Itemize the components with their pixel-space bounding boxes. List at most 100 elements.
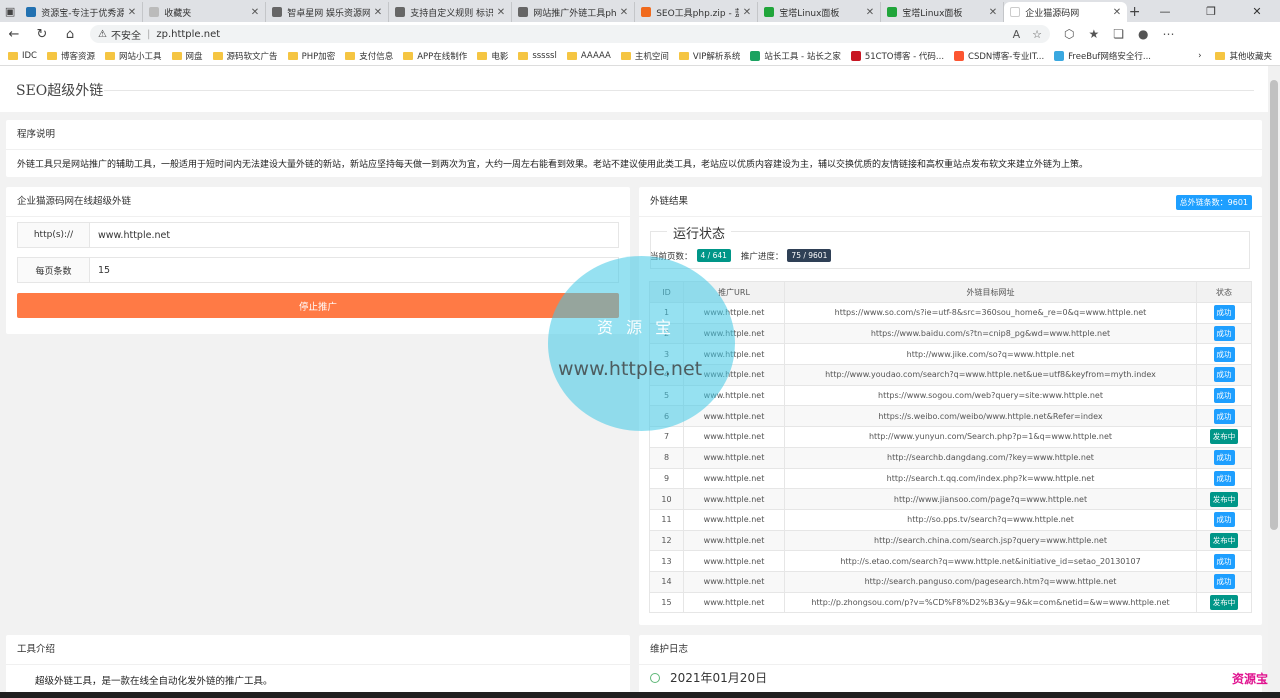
refresh-icon[interactable]: ↻: [28, 22, 56, 46]
table-row: 5 www.httple.net https://www.sogou.com/web…: [649, 384, 1252, 407]
target-url-input[interactable]: www.httple.net: [90, 223, 618, 247]
tab-close-icon[interactable]: ✕: [128, 7, 136, 18]
tab-title: 资源宝-专注于优秀源码: [41, 8, 124, 19]
tab-actions-icon[interactable]: ▣: [0, 0, 20, 22]
run-status-legend: 运行状态: [667, 223, 732, 242]
tab-close-icon[interactable]: ✕: [989, 7, 997, 18]
bookmark-item[interactable]: IDC: [8, 51, 37, 61]
extensions-icon[interactable]: ⬡: [1064, 27, 1074, 41]
folder-icon: [1215, 51, 1226, 60]
other-bookmarks[interactable]: › 其他收藏夹: [1198, 50, 1272, 62]
bookmark-item[interactable]: VIP解析系统: [678, 50, 740, 62]
row-url: www.httple.net: [683, 508, 785, 531]
table-row: 10 www.httple.net http://www.jiansoo.com/p…: [649, 488, 1252, 510]
url-separator: |: [146, 28, 151, 40]
tab-title: SEO工具php.zip - 蓝奏: [656, 8, 739, 19]
status-badge: 成功: [1213, 512, 1235, 528]
bookmark-item[interactable]: FreeBuf网络安全行...: [1054, 50, 1151, 62]
row-target: https://www.so.com/s?ie=utf-8&src=360sou…: [784, 302, 1197, 324]
row-id: 7: [649, 426, 684, 448]
tab-close-icon[interactable]: ✕: [743, 7, 751, 18]
row-status-cell: 成功: [1196, 446, 1252, 469]
row-target: https://s.weibo.com/weibo/www.httple.net…: [784, 405, 1197, 428]
tab-close-icon[interactable]: ✕: [251, 7, 259, 18]
site-favicon-icon: [954, 50, 965, 61]
page-header: SEO超级外链: [0, 66, 1268, 112]
current-page-label: 当前页数：: [650, 251, 693, 262]
back-icon[interactable]: ←: [0, 22, 28, 46]
add-favorite-icon[interactable]: ☆: [1032, 28, 1042, 41]
status-badge: 发布中: [1209, 429, 1239, 445]
watermark-text-url: www.httple.net: [558, 358, 703, 380]
tab-favicon-icon: [764, 7, 775, 17]
tab-favicon-icon: [26, 7, 37, 17]
read-aloud-icon[interactable]: A: [1013, 28, 1021, 41]
browser-tab[interactable]: 收藏夹 ✕: [143, 2, 267, 22]
bookmark-label: CSDN博客-专业IT...: [968, 51, 1045, 62]
chevron-right-icon[interactable]: ›: [1198, 51, 1201, 61]
browser-tab[interactable]: 宝塔Linux面板 ✕: [758, 2, 882, 22]
bookmark-label: APP在线制作: [417, 51, 468, 62]
tab-title: 企业猫源码网: [1025, 8, 1080, 19]
bookmark-item[interactable]: 51CTO博客 - 代码...: [850, 50, 944, 62]
collections-icon[interactable]: ❏: [1113, 27, 1124, 41]
bookmark-item[interactable]: 电影: [477, 50, 508, 62]
row-id: 12: [649, 529, 684, 552]
browser-tab[interactable]: 智卓星网 娱乐资源网 ✕: [266, 2, 390, 22]
bookmark-item[interactable]: PHP加密: [287, 50, 335, 62]
bookmark-item[interactable]: AAAAA: [566, 51, 611, 61]
browser-tab[interactable]: 宝塔Linux面板 ✕: [881, 2, 1005, 22]
row-url: www.httple.net: [683, 591, 785, 614]
folder-icon: [287, 51, 298, 60]
col-status: 状态: [1196, 281, 1252, 303]
form-heading: 企业猫源码网在线超级外链: [6, 187, 630, 217]
tab-close-icon[interactable]: ✕: [497, 7, 505, 18]
menu-icon[interactable]: ⋯: [1163, 27, 1175, 41]
table-row: 4 www.httple.net http://www.youdao.com/sea…: [649, 364, 1252, 386]
new-tab-button[interactable]: +: [1127, 2, 1142, 22]
restore-icon[interactable]: ❐: [1188, 0, 1234, 22]
profile-icon[interactable]: ●: [1138, 27, 1148, 41]
browser-tab[interactable]: 网站推广外链工具php ✕: [512, 2, 636, 22]
bookmark-item[interactable]: 博客资源: [47, 50, 95, 62]
favorites-icon[interactable]: ★: [1088, 27, 1099, 41]
row-url: www.httple.net: [683, 488, 785, 510]
home-icon[interactable]: ⌂: [56, 22, 84, 46]
browser-tab[interactable]: 支持自定义规则 标识图 ✕: [389, 2, 513, 22]
browser-tab[interactable]: 资源宝-专注于优秀源码 ✕: [20, 2, 144, 22]
scrollbar-thumb[interactable]: [1270, 80, 1278, 530]
bookmark-item[interactable]: 网盘: [171, 50, 203, 62]
address-bar-row: ← ↻ ⌂ ⚠ 不安全 | zp.httple.net A ☆ ⬡ ★ ❏ ● …: [0, 22, 1280, 46]
row-target: http://www.youdao.com/search?q=www.httpl…: [784, 364, 1197, 386]
url-row: http(s):// www.httple.net: [17, 222, 619, 248]
minimize-icon[interactable]: —: [1142, 0, 1188, 22]
tab-close-icon[interactable]: ✕: [620, 7, 628, 18]
tab-close-icon[interactable]: ✕: [374, 7, 382, 18]
bookmark-label: 支付信息: [359, 51, 394, 62]
bookmark-item[interactable]: sssssl: [518, 51, 557, 61]
tab-title: 宝塔Linux面板: [779, 8, 840, 19]
timeline-dot-icon: [650, 672, 660, 683]
bookmark-item[interactable]: 源码软文广告: [212, 50, 278, 62]
tab-close-icon[interactable]: ✕: [1113, 7, 1121, 18]
table-row: 14 www.httple.net http://search.panguso.co…: [649, 570, 1252, 593]
page-scrollbar[interactable]: [1268, 66, 1280, 698]
browser-tab[interactable]: 企业猫源码网 ✕: [1004, 2, 1128, 22]
bookmark-item[interactable]: 站长工具 - 站长之家: [750, 50, 841, 62]
per-page-input[interactable]: 15: [90, 258, 618, 282]
url-input[interactable]: ⚠ 不安全 | zp.httple.net A ☆: [90, 25, 1050, 43]
row-url: www.httple.net: [683, 570, 785, 593]
row-status-cell: 发布中: [1196, 488, 1252, 510]
bookmark-item[interactable]: 主机空间: [620, 50, 669, 62]
close-window-icon[interactable]: ✕: [1234, 0, 1280, 22]
row-url: www.httple.net: [683, 322, 785, 345]
tool-intro-card: 工具介绍 超级外链工具，是一款在线全自动化发外链的推广工具。: [6, 635, 630, 698]
browser-tab[interactable]: SEO工具php.zip - 蓝奏 ✕: [635, 2, 759, 22]
bookmark-item[interactable]: 网站小工具: [105, 50, 162, 62]
title-divider: [104, 90, 1254, 91]
bookmark-item[interactable]: CSDN博客-专业IT...: [954, 50, 1044, 62]
tab-close-icon[interactable]: ✕: [866, 7, 874, 18]
bookmark-item[interactable]: 支付信息: [345, 50, 393, 62]
stop-promotion-button[interactable]: 停止推广: [17, 293, 619, 318]
bookmark-item[interactable]: APP在线制作: [403, 50, 467, 62]
